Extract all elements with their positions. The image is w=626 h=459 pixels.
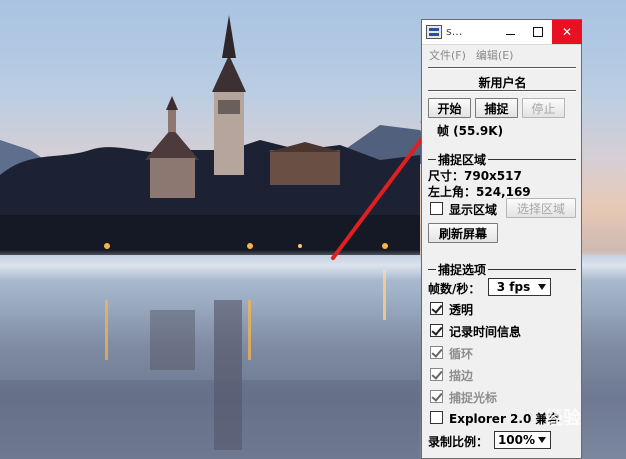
ratio-value: 100% bbox=[497, 433, 536, 447]
maximize-icon bbox=[533, 27, 543, 37]
capture-cursor-label: 捕捉光标 bbox=[449, 391, 498, 405]
menu-file[interactable]: 文件(F) bbox=[429, 47, 466, 63]
record-time-checkbox[interactable] bbox=[430, 324, 443, 337]
fps-label: 帧数/秒： bbox=[428, 282, 481, 296]
chevron-down-icon bbox=[538, 437, 546, 443]
menu-edit[interactable]: 编辑(E) bbox=[476, 47, 514, 63]
divider bbox=[428, 90, 576, 92]
title-bar[interactable]: s... ✕ bbox=[422, 20, 582, 45]
capture-size: 尺寸：790x517 bbox=[428, 169, 522, 183]
fps-select[interactable]: 3 fps bbox=[488, 278, 551, 296]
frame-info: 帧 (55.9K) bbox=[437, 124, 504, 138]
divider bbox=[428, 67, 576, 69]
minimize-icon bbox=[505, 33, 515, 35]
capture-app-window: s... ✕ 文件(F) 编辑(E) 新用户名 开始 捕捉 停止 帧 (55.9… bbox=[421, 19, 582, 459]
start-button[interactable]: 开始 bbox=[428, 98, 471, 118]
transparent-label: 透明 bbox=[449, 303, 474, 317]
close-button[interactable]: ✕ bbox=[552, 20, 582, 44]
chevron-down-icon bbox=[538, 284, 546, 290]
user-name: 新用户名 bbox=[478, 76, 527, 90]
fps-value: 3 fps bbox=[496, 280, 531, 294]
maximize-button[interactable] bbox=[524, 20, 552, 44]
menu-bar: 文件(F) 编辑(E) bbox=[422, 45, 581, 65]
capture-cursor-checkbox[interactable] bbox=[430, 390, 443, 403]
watermark: 经验 bbox=[545, 408, 581, 429]
stop-button[interactable]: 停止 bbox=[522, 98, 565, 118]
camera-app-icon bbox=[426, 25, 442, 39]
loop-label: 循环 bbox=[449, 347, 474, 361]
capture-options-label: 捕捉选项 bbox=[436, 261, 489, 278]
show-area-checkbox[interactable] bbox=[430, 202, 443, 215]
outline-label: 描边 bbox=[449, 369, 474, 383]
record-time-label: 记录时间信息 bbox=[449, 325, 522, 339]
window-title: s... bbox=[446, 25, 463, 38]
show-area-label: 显示区域 bbox=[449, 203, 498, 217]
explorer-compat-checkbox[interactable] bbox=[430, 411, 443, 424]
ratio-select[interactable]: 100% bbox=[494, 431, 551, 449]
explorer-compat-label: Explorer 2.0 兼容 bbox=[449, 412, 560, 426]
loop-checkbox[interactable] bbox=[430, 346, 443, 359]
select-area-button[interactable]: 选择区域 bbox=[506, 198, 576, 218]
refresh-screen-button[interactable]: 刷新屏幕 bbox=[428, 223, 498, 243]
capture-area-label: 捕捉区域 bbox=[436, 151, 489, 168]
outline-checkbox[interactable] bbox=[430, 368, 443, 381]
ratio-label: 录制比例： bbox=[428, 435, 489, 449]
capture-button[interactable]: 捕捉 bbox=[475, 98, 518, 118]
transparent-checkbox[interactable] bbox=[430, 302, 443, 315]
close-icon: ✕ bbox=[561, 25, 573, 39]
minimize-button[interactable] bbox=[496, 20, 524, 44]
